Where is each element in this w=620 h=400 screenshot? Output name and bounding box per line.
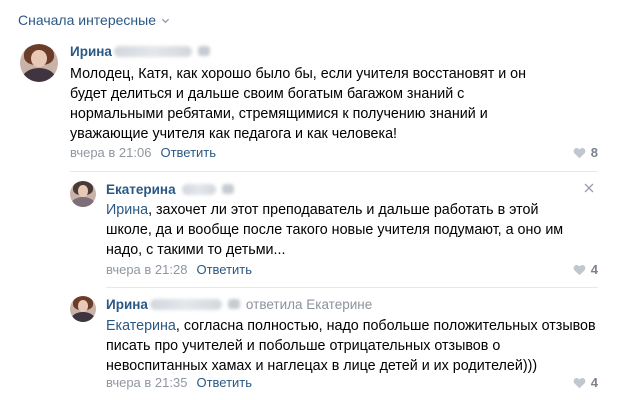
reply-button[interactable]: Ответить bbox=[196, 262, 252, 277]
like-button[interactable]: 4 bbox=[573, 262, 598, 277]
hidden-icon bbox=[221, 184, 234, 194]
sort-label: Сначала интересные bbox=[18, 12, 156, 28]
like-count: 4 bbox=[590, 262, 598, 277]
comment-date[interactable]: вчера в 21:28 bbox=[106, 262, 187, 277]
like-count: 8 bbox=[590, 145, 598, 160]
avatar[interactable] bbox=[20, 44, 58, 82]
hidden-surname bbox=[113, 45, 192, 57]
hidden-icon bbox=[227, 299, 240, 309]
mention-link[interactable]: Ирина bbox=[106, 202, 148, 218]
divider bbox=[70, 171, 598, 172]
hidden-icon bbox=[197, 46, 210, 56]
avatar[interactable] bbox=[70, 181, 96, 207]
like-button[interactable]: 8 bbox=[573, 145, 598, 160]
author-name[interactable]: Екатерина bbox=[106, 182, 176, 197]
comment-date[interactable]: вчера в 21:35 bbox=[106, 375, 187, 390]
comment-text: Молодец, Катя, как хорошо было бы, если … bbox=[70, 66, 527, 142]
chevron-down-icon bbox=[161, 18, 170, 23]
reply-button[interactable]: Ответить bbox=[196, 375, 252, 390]
hidden-surname bbox=[149, 298, 222, 310]
close-icon[interactable] bbox=[584, 183, 594, 193]
divider bbox=[106, 287, 598, 288]
hidden-surname bbox=[181, 183, 216, 195]
mention-link[interactable]: Екатерина bbox=[106, 318, 176, 334]
sort-dropdown[interactable]: Сначала интересные bbox=[18, 10, 170, 30]
comment-date[interactable]: вчера в 21:06 bbox=[70, 145, 151, 160]
author-name[interactable]: Ирина bbox=[106, 297, 148, 312]
heart-icon bbox=[573, 264, 586, 275]
avatar[interactable] bbox=[70, 296, 96, 322]
heart-icon bbox=[573, 147, 586, 158]
comment-text: Екатерина, согласна полностью, надо побо… bbox=[106, 318, 596, 374]
like-count: 4 bbox=[590, 375, 598, 390]
like-button[interactable]: 4 bbox=[573, 375, 598, 390]
reply-button[interactable]: Ответить bbox=[160, 145, 216, 160]
comment-text: Ирина, захочет ли этот преподаватель и д… bbox=[106, 202, 564, 258]
author-name[interactable]: Ирина bbox=[70, 44, 112, 59]
reply-to-label[interactable]: ответила Екатерине bbox=[246, 297, 372, 312]
heart-icon bbox=[573, 377, 586, 388]
